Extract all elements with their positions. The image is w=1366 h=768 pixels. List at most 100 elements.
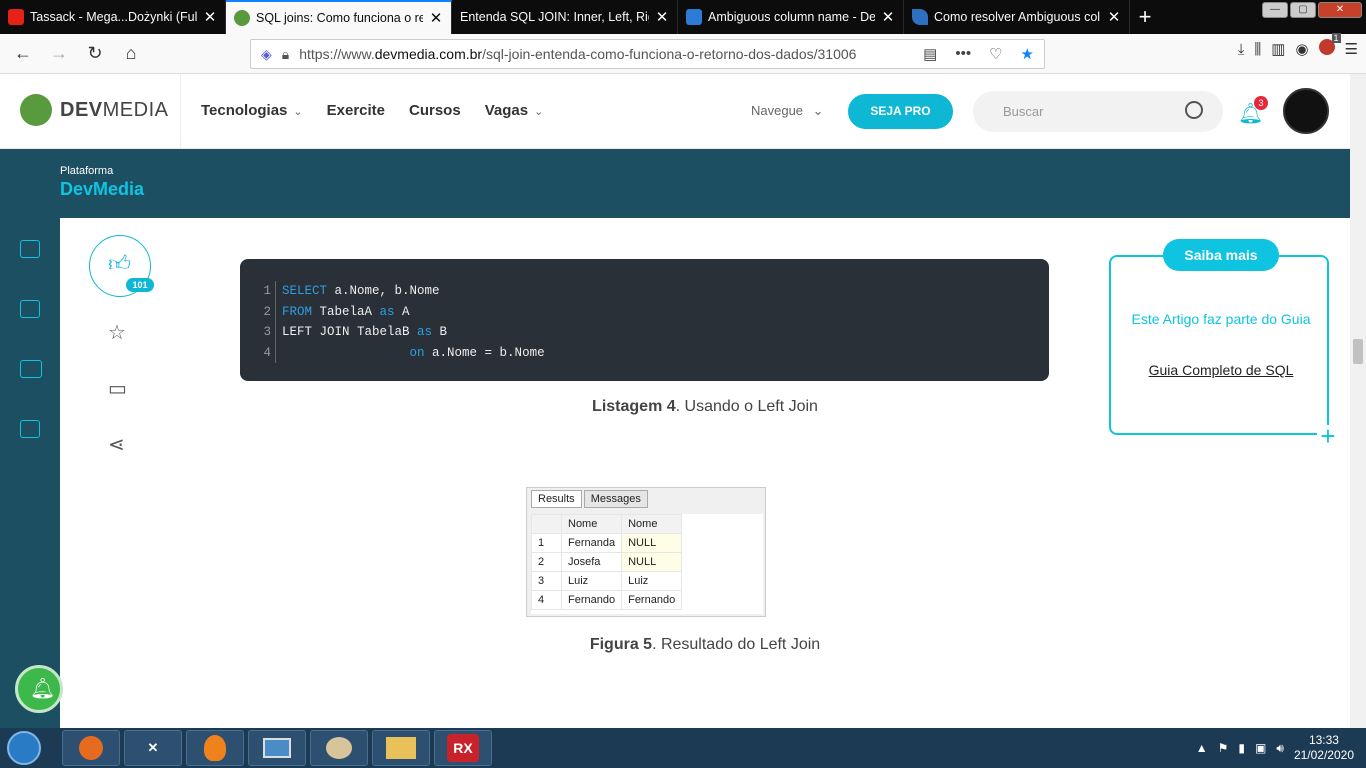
tab-title: Entenda SQL JOIN: Inner, Left, Righ — [460, 10, 649, 24]
battery-icon[interactable]: ▮ — [1238, 741, 1245, 755]
platform-label: Plataforma — [60, 165, 114, 177]
comment-icon[interactable]: ▭ — [108, 376, 127, 401]
code-line: 2 FROM TabelaA as A — [258, 301, 1031, 322]
menu-item-vagas[interactable]: Vagas ⌄ — [485, 102, 544, 119]
system-tray: ▲ ⚑ ▮ ▣ 🔊︎ 13:33 21/02/2020 — [1196, 733, 1366, 763]
flag-icon[interactable]: ⚑ — [1218, 741, 1229, 755]
browser-tab[interactable]: Tassack - Mega...Dożynki (Full ✕ — [0, 0, 226, 34]
close-tab-icon[interactable]: ✕ — [429, 9, 443, 27]
code-line: 1 SELECT a.Nome, b.Nome — [258, 281, 1031, 302]
addon-badge: 1 — [1331, 33, 1341, 43]
code-line: 4 on a.Nome = b.Nome — [258, 342, 1031, 363]
logo-light: MEDIA — [102, 98, 169, 121]
grid-icon — [686, 9, 702, 25]
lock-icon: 🔒︎ — [281, 45, 290, 62]
navegue-dropdown[interactable]: Navegue ⌄ — [751, 103, 824, 119]
close-tab-icon[interactable]: ✕ — [203, 8, 217, 26]
back-button[interactable]: ← — [8, 39, 38, 69]
menu-item-tecnologias[interactable]: Tecnologias ⌄ — [201, 102, 303, 119]
like-count: 101 — [126, 278, 154, 292]
plus-icon[interactable]: + — [1317, 423, 1339, 449]
download-icon[interactable]: ⤓ — [1238, 41, 1245, 58]
browser-tab[interactable]: Entenda SQL JOIN: Inner, Left, Righ ✕ — [452, 0, 678, 34]
browser-tab-active[interactable]: SQL joins: Como funciona o ret ✕ — [226, 0, 452, 34]
saiba-mais-box: Saiba mais Este Artigo faz parte do Guia… — [1109, 239, 1339, 449]
page-scrollbar[interactable] — [1350, 74, 1366, 728]
search-icon[interactable] — [1185, 101, 1203, 119]
search-doc-icon[interactable] — [20, 300, 40, 318]
devmedia-logo-icon — [20, 94, 52, 126]
explorer-taskbar-icon[interactable] — [372, 730, 430, 766]
start-button[interactable] — [0, 728, 48, 768]
code-block[interactable]: 1 SELECT a.Nome, b.Nome 2 FROM TabelaA as … — [240, 259, 1049, 381]
browser-toolbar: ← → ↻ ⌂ ◈ 🔒︎ https://www.devmedia.com.br… — [0, 33, 1366, 74]
figure-caption: Figura 5. Resultado do Left Join — [589, 636, 821, 653]
minimize-button[interactable]: — — [1262, 2, 1288, 18]
seja-pro-button[interactable]: SEJA PRO — [848, 94, 953, 129]
home-button[interactable]: ⌂ — [116, 39, 146, 69]
close-tab-icon[interactable]: ✕ — [655, 8, 669, 26]
tab-title: Como resolver Ambiguous col — [934, 10, 1101, 24]
new-tab-button[interactable]: + — [1130, 0, 1160, 34]
close-tab-icon[interactable]: ✕ — [881, 8, 895, 26]
share-icon[interactable]: ⋖ — [108, 432, 125, 457]
avatar[interactable] — [1283, 88, 1329, 134]
scrollbar-thumb[interactable] — [1353, 339, 1363, 364]
menu-item-exercite[interactable]: Exercite — [327, 102, 385, 119]
search-placeholder: Buscar — [1003, 104, 1044, 119]
forward-button[interactable]: → — [44, 39, 74, 69]
push-notification-bell-button[interactable]: 🔔︎ — [15, 665, 63, 713]
rx-taskbar-icon[interactable]: RX — [434, 730, 492, 766]
results-tab: Results — [531, 490, 582, 508]
browser-tab[interactable]: Ambiguous column name - De ✕ — [678, 0, 904, 34]
sidebar-icon[interactable]: ▥ — [1271, 40, 1285, 58]
gamepad-icon[interactable] — [20, 360, 42, 378]
reader-view-icon[interactable]: ▤ — [923, 45, 937, 63]
youtube-icon — [8, 9, 24, 25]
notification-bell-icon[interactable]: 🔔︎ 3 — [1238, 96, 1268, 125]
tray-arrow-icon[interactable]: ▲ — [1196, 741, 1208, 755]
thumbs-up-icon: 👍︎ — [108, 251, 131, 276]
menu-item-cursos[interactable]: Cursos — [409, 102, 461, 119]
close-tab-icon[interactable]: ✕ — [1107, 8, 1121, 26]
windows-taskbar: ✕ RX ▲ ⚑ ▮ ▣ 🔊︎ 13:33 21/02/2020 — [0, 728, 1366, 768]
tools-taskbar-icon[interactable]: ✕ — [124, 730, 182, 766]
flame-app-taskbar-icon[interactable] — [186, 730, 244, 766]
windows-logo-icon — [7, 731, 41, 765]
menu-icon[interactable]: ☰ — [1345, 40, 1358, 58]
star-icon[interactable]: ☆ — [108, 320, 126, 345]
platform-name[interactable]: DevMedia — [60, 179, 144, 200]
maximize-button[interactable]: ▢ — [1290, 2, 1316, 18]
column-header: Nome — [621, 514, 683, 534]
chevron-down-icon: ⌄ — [812, 103, 824, 118]
clock[interactable]: 13:33 21/02/2020 — [1294, 733, 1354, 763]
reload-button[interactable]: ↻ — [80, 39, 110, 69]
close-window-button[interactable]: ✕ — [1318, 2, 1362, 18]
volume-icon[interactable]: 🔊︎ — [1276, 741, 1284, 756]
network-icon[interactable]: ▣ — [1255, 741, 1266, 755]
firefox-taskbar-icon[interactable] — [62, 730, 120, 766]
guia-sql-link[interactable]: Guia Completo de SQL — [1121, 362, 1321, 378]
main-menu: Tecnologias ⌄ Exercite Cursos Vagas ⌄ — [201, 102, 543, 119]
more-actions-icon[interactable]: ••• — [955, 45, 971, 63]
search-input[interactable]: Buscar — [973, 91, 1223, 132]
account-icon[interactable]: ◉ — [1295, 40, 1308, 58]
results-grid: Nome Nome 1 Fernanda NULL 2 Josefa NULL 3 Luiz… — [531, 514, 763, 614]
logo-bold: DEV — [60, 98, 103, 121]
library-icon[interactable]: ⫼ — [1254, 41, 1261, 58]
tab-title: Ambiguous column name - De — [708, 10, 875, 24]
sitemap-icon[interactable] — [20, 240, 40, 258]
table-row: 4 Fernando Fernando — [531, 590, 683, 610]
home-icon[interactable] — [20, 420, 40, 438]
devmedia-logo[interactable]: DEVMEDIA — [20, 94, 168, 126]
feather-icon — [912, 9, 928, 25]
paint-taskbar-icon[interactable] — [310, 730, 368, 766]
image-viewer-taskbar-icon[interactable] — [248, 730, 306, 766]
browser-tab-bar: Tassack - Mega...Dożynki (Full ✕ SQL join… — [0, 0, 1366, 34]
pocket-icon[interactable]: ♡ — [989, 45, 1002, 63]
adblock-icon[interactable]: 1 — [1318, 33, 1341, 59]
chevron-down-icon: ⌄ — [293, 106, 303, 118]
browser-tab[interactable]: Como resolver Ambiguous col ✕ — [904, 0, 1130, 34]
url-bar[interactable]: ◈ 🔒︎ https://www.devmedia.com.br/sql-joi… — [250, 39, 1045, 69]
bookmark-star-icon[interactable]: ★ — [1021, 45, 1034, 63]
